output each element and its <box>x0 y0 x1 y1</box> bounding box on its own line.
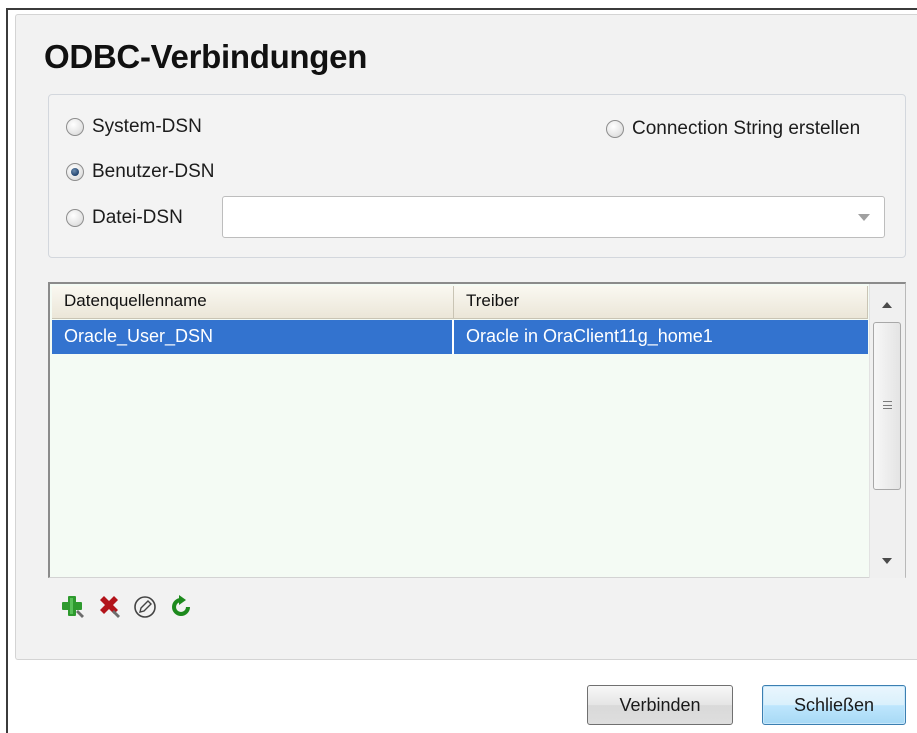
scrollbar-thumb[interactable] <box>873 322 901 490</box>
radio-system-dsn[interactable]: System-DSN <box>66 116 202 138</box>
edit-icon <box>134 596 156 618</box>
column-header-driver[interactable]: Treiber <box>454 286 868 318</box>
vertical-scrollbar[interactable] <box>869 284 905 578</box>
page-title: ODBC-Verbindungen <box>44 38 368 75</box>
radio-circle[interactable] <box>66 209 84 227</box>
radio-user-dsn[interactable]: Benutzer-DSN <box>66 161 215 183</box>
radio-circle[interactable] <box>606 120 624 138</box>
window-frame-top <box>6 8 917 10</box>
scroll-up-icon[interactable] <box>882 302 892 308</box>
chevron-down-icon[interactable] <box>858 214 870 221</box>
odbc-dialog: ODBC-Verbindungen System-DSN Benutzer-DS… <box>0 0 917 733</box>
scroll-down-icon[interactable] <box>882 558 892 564</box>
cell-datasource-name[interactable]: Oracle_User_DSN <box>52 320 454 354</box>
radio-label: Benutzer-DSN <box>92 161 215 182</box>
connect-button[interactable]: Verbinden <box>587 685 733 725</box>
column-header-datasource-name[interactable]: Datenquellenname <box>52 286 454 318</box>
refresh-button[interactable] <box>168 594 194 620</box>
add-icon <box>62 596 84 618</box>
delete-icon <box>100 596 120 618</box>
radio-label: Datei-DSN <box>92 207 183 228</box>
file-dsn-select[interactable] <box>222 196 885 238</box>
delete-button[interactable] <box>96 594 122 620</box>
add-button[interactable] <box>60 594 86 620</box>
radio-circle[interactable] <box>66 118 84 136</box>
window-frame-left <box>6 8 8 733</box>
radio-label: System-DSN <box>92 116 202 137</box>
datasource-list: Datenquellenname Treiber Oracle_User_DSN… <box>48 282 906 578</box>
radio-connection-string[interactable]: Connection String erstellen <box>606 118 860 140</box>
edit-button[interactable] <box>132 594 158 620</box>
grip-icon <box>883 401 892 409</box>
refresh-icon <box>172 595 190 616</box>
cell-driver[interactable]: Oracle in OraClient11g_home1 <box>454 320 868 354</box>
table-row[interactable]: Oracle_User_DSN Oracle in OraClient11g_h… <box>52 320 868 354</box>
list-toolbar <box>60 594 194 620</box>
list-header: Datenquellenname Treiber <box>52 286 868 319</box>
close-button[interactable]: Schließen <box>762 685 906 725</box>
radio-file-dsn[interactable]: Datei-DSN <box>66 207 183 229</box>
radio-circle-checked[interactable] <box>66 163 84 181</box>
radio-label: Connection String erstellen <box>632 118 861 139</box>
